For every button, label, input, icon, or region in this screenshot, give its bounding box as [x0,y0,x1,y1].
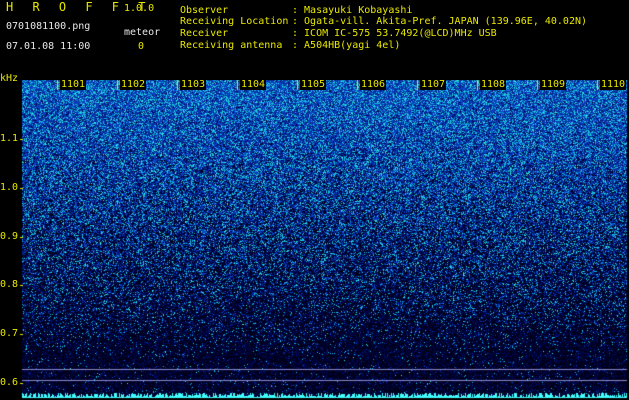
observer-label: Observer [180,5,229,16]
x-tick-label: 1109 [540,79,567,90]
x-tick-label: 1104 [240,79,267,90]
x-tick-label: 1110 [600,79,627,90]
y-tick-label: 1.0 [0,181,19,193]
receiver-value: : ICOM IC-575 53.7492(@LCD)MHz USB [292,28,497,39]
x-tick-label: 1105 [300,79,327,90]
x-tick-label: 1107 [420,79,447,90]
observer-value: : Masayuki Kobayashi [292,5,413,16]
location-value: : Ogata-vill. Akita-Pref. JAPAN (139.96E… [292,16,588,27]
app-version: 1.0.0 [124,3,155,14]
y-tick-label: 1.1 [0,132,19,144]
antenna-value: : A504HB(yagi 4el) [292,40,401,51]
y-tick-label: 0.8 [0,279,19,291]
x-tick-label: 1106 [360,79,387,90]
file-name: 0701081100.png [6,21,91,32]
date-time: 07.01.08 11:00 [6,41,91,52]
y-tick-label: 0.7 [0,328,19,340]
location-label: Receiving Location [180,16,289,27]
meteor-count: 0 [138,41,145,52]
x-tick-label: 1108 [480,79,507,90]
header-panel: H R O F F T 1.0.0 0701081100.png 07.01.0… [0,0,629,80]
x-tick-label: 1101 [60,79,87,90]
antenna-label: Receiving antenna [180,40,283,51]
x-tick-label: 1103 [180,79,207,90]
y-axis-label: kHz [0,73,19,84]
x-tick-label: 1102 [120,79,147,90]
y-tick-label: 0.6 [0,377,19,389]
meteor-label: meteor [124,27,161,38]
y-tick-label: 0.9 [0,230,19,242]
receiver-label: Receiver [180,28,229,39]
